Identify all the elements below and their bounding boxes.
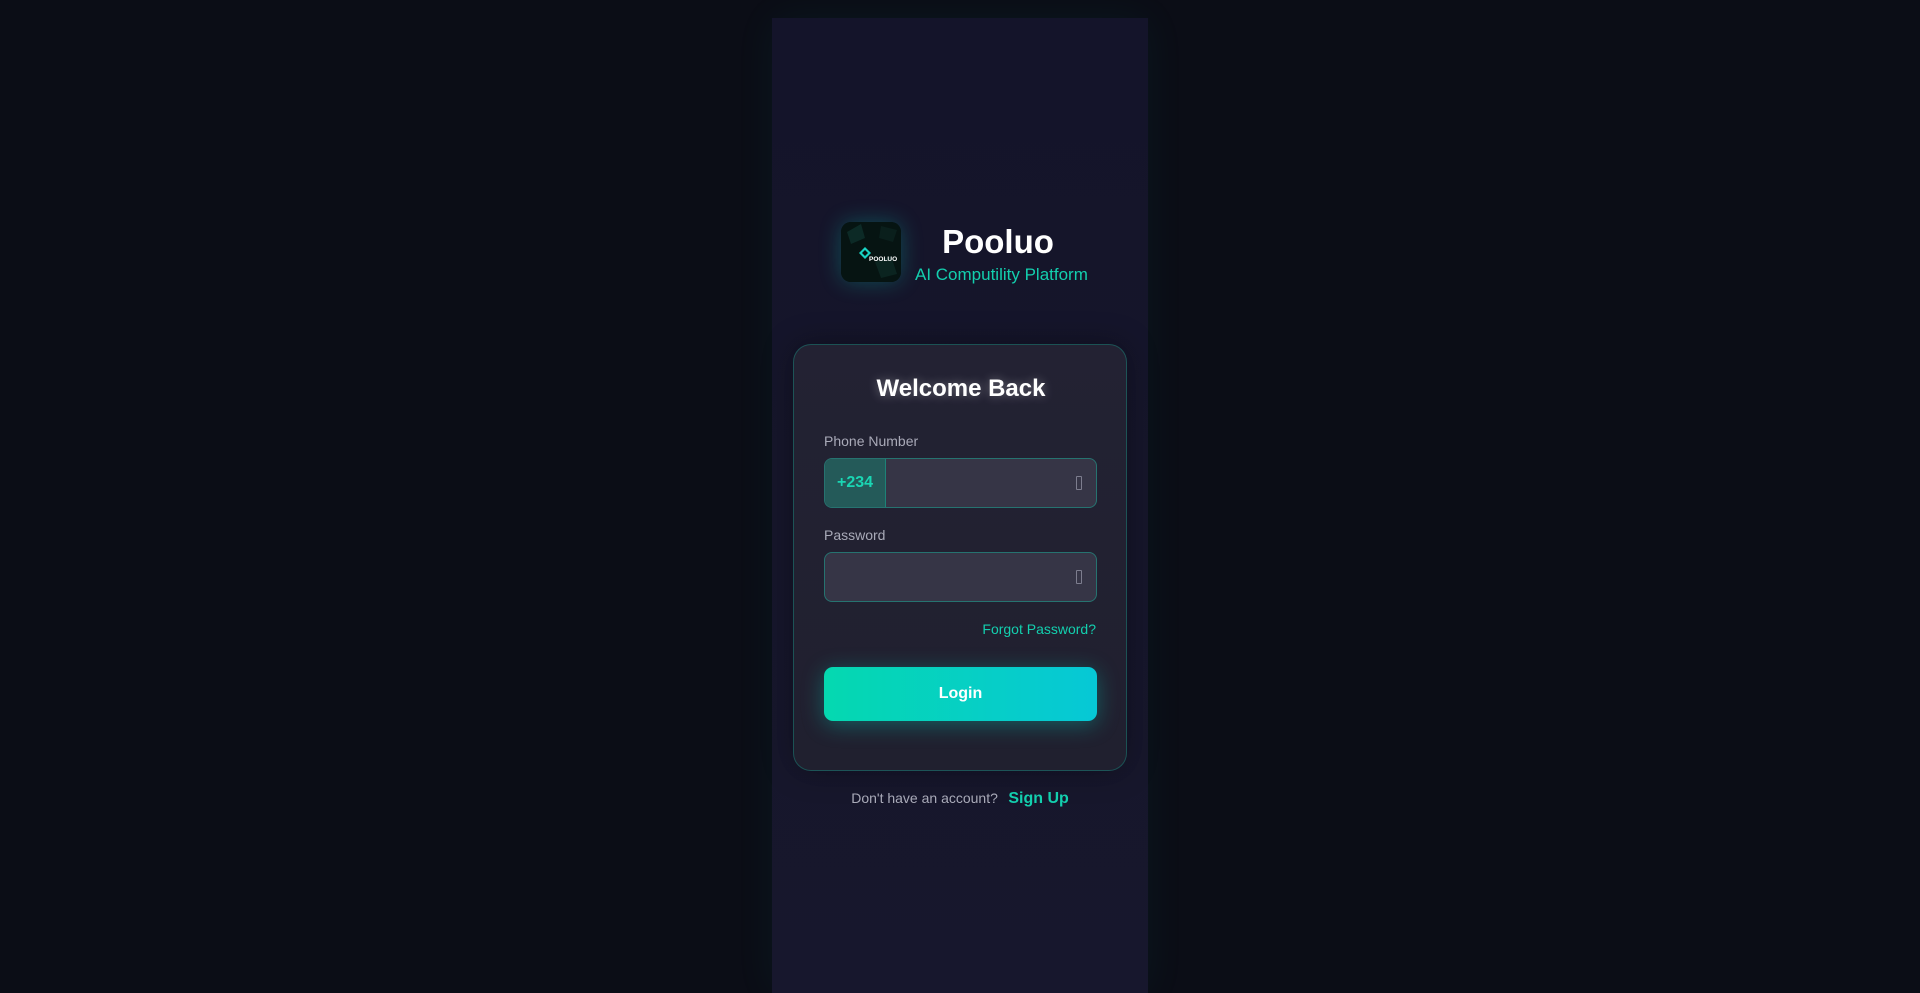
phone-icon <box>1076 476 1082 490</box>
brand-text: Pooluo AI Computility Platform <box>915 222 1088 286</box>
brand-header: POOLUO Pooluo AI Computility Platform <box>841 222 1088 286</box>
phone-number-field: +234 <box>824 458 1097 508</box>
forgot-password-link[interactable]: Forgot Password? <box>982 621 1096 637</box>
signup-row: Don't have an account? Sign Up <box>772 790 1148 808</box>
password-input[interactable] <box>825 553 1065 601</box>
phone-number-input[interactable] <box>886 459 1066 507</box>
login-card: Welcome Back Phone Number +234 Password … <box>793 344 1127 771</box>
signup-prompt: Don't have an account? <box>851 790 998 806</box>
password-label: Password <box>824 527 886 543</box>
login-page: POOLUO Pooluo AI Computility Platform We… <box>0 0 1920 993</box>
lock-icon <box>1076 570 1082 584</box>
logo-graphic: POOLUO <box>841 222 901 282</box>
signup-link[interactable]: Sign Up <box>1008 790 1068 807</box>
pooluo-logo: POOLUO <box>841 222 901 282</box>
login-title: Welcome Back <box>876 375 1046 402</box>
phone-number-label: Phone Number <box>824 433 919 449</box>
login-button[interactable]: Login <box>824 667 1097 721</box>
password-field <box>824 552 1097 602</box>
brand-tagline: AI Computility Platform <box>915 265 1088 284</box>
brand-name: Pooluo <box>942 223 1054 260</box>
country-code-prefix[interactable]: +234 <box>825 459 886 507</box>
logo-wordmark: POOLUO <box>869 256 897 263</box>
